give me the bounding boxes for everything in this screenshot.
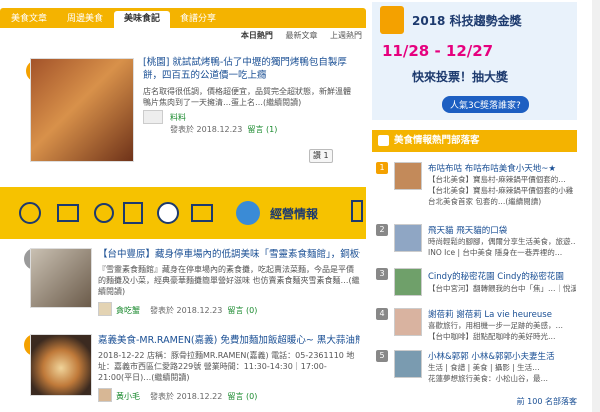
comment-link[interactable]: 留言 (0) [227, 392, 257, 401]
post-date: 發表於 2018.12.23 [170, 125, 243, 134]
post-meta: 發表於 2018.12.23 留言 (0) [150, 305, 257, 316]
sort-today-hot[interactable]: 本日熱門 [241, 31, 273, 40]
post-date: 發表於 2018.12.23 [150, 306, 223, 315]
post-title[interactable]: [桃園] 就試試烤鴨-佔了中壢的獨門烤鴨包自製厚餅，四百五的公道價一吃上癮 [143, 56, 355, 84]
like-button[interactable]: 讚 1 [309, 149, 333, 163]
category-tabs: 美食文章 周邊美食 美味食記 食譜分享 [0, 8, 366, 28]
blogger-list-icon [378, 135, 389, 146]
blogger-name[interactable]: Cindy的秘密花園 Cindy的秘密花園 [428, 270, 564, 282]
tab-food-articles[interactable]: 美食文章 [4, 11, 54, 28]
left-column: 美食文章 周邊美食 美味食記 食譜分享 本日熱門 最新文章 上週熱門 1 [桃園… [0, 0, 366, 412]
blogger-post[interactable]: 時尚輕鬆的腳腳，偶爾分享生活美食，旅遊… [428, 237, 576, 247]
blogger-name[interactable]: 謝蓓莉 謝蓓莉 La vie heureuse [428, 308, 552, 320]
tab-recipes[interactable]: 食譜分享 [172, 11, 224, 28]
list-item: 1 布咕布咕 布咕布咕美食小天地~★ 【台北美食】寶島村-麻辣鍋平價個套的… 【… [372, 160, 577, 220]
business-info-banner[interactable]: 經營情報 [0, 187, 366, 239]
blogger-rank: 1 [376, 162, 388, 174]
tab-food-reviews[interactable]: 美味食記 [114, 11, 170, 28]
more-bloggers-link[interactable]: 前 100 名部落客 [517, 396, 577, 407]
post-title[interactable]: 【台中豐原】藏身停車場內的低調美味「雪靈素食麵館」，銅板價素… [98, 248, 360, 261]
list-item: 3 Cindy的秘密花園 Cindy的秘密花園 【台中宮河】翻轉餵我的台中「焦」… [372, 266, 577, 304]
ad-headline: 2018 科技趨勢金獎 [412, 14, 522, 28]
blogger-post[interactable]: 花蓮夢想旅行美食：小松山谷，最… [428, 374, 576, 384]
list-item: 1 [桃園] 就試試烤鴨-佔了中壢的獨門烤鴨包自製厚餅，四百五的公道價一吃上癮 … [0, 48, 366, 186]
right-sidebar: 2018 科技趨勢金獎 11/28 - 12/27 快來投票！抽大獎 人氣3C獎… [372, 0, 600, 412]
avatar[interactable] [394, 350, 422, 378]
blogger-post[interactable]: 喜歡旅行，用相機一步一足跡的美感，… [428, 321, 576, 331]
blogger-post[interactable]: 台北美食首家 包套的…(繼續閱讀) [428, 197, 576, 207]
author-name[interactable]: 貪吃蟹 [116, 305, 140, 316]
author-name[interactable]: 黃小毛 [116, 391, 140, 402]
sort-nav: 本日熱門 最新文章 上週熱門 [231, 30, 362, 42]
avatar[interactable] [394, 268, 422, 296]
list-item: 5 小林&郭郭 小林&郭郭小夫妻生活 生活 | 食譜 | 美食 | 攝影 | 生… [372, 348, 577, 388]
ad-subtitle: 人氣3C獎落誰家? [442, 96, 529, 113]
tech-award-ad[interactable]: 2018 科技趨勢金獎 11/28 - 12/27 快來投票！抽大獎 人氣3C獎… [372, 2, 577, 120]
post-meta: 發表於 2018.12.22 留言 (0) [150, 391, 257, 402]
avatar[interactable] [394, 162, 422, 190]
ad-vote: 快來投票！抽大獎 [412, 70, 509, 84]
blogger-post[interactable]: 【台中咖啡】甜點配咖啡的美好時光… [428, 332, 576, 342]
post-thumbnail[interactable] [30, 58, 134, 162]
post-title[interactable]: 嘉義美食-MR.RAMEN(嘉義) 免費加麵加飯超暖心~ 黑大蒜油熊本拉… [98, 334, 360, 347]
sidebar-heading-text: 美食情報熱門部落客 [394, 135, 480, 146]
list-item: 2 飛天貓 飛天貓的口袋 時尚輕鬆的腳腳，偶爾分享生活美食，旅遊… INO Ic… [372, 222, 577, 262]
post-thumbnail[interactable] [30, 248, 92, 308]
blogger-rank: 5 [376, 350, 388, 362]
blogger-post[interactable]: INO Ice | 台中美食 隱身在一巷弄裡的… [428, 248, 576, 258]
blogger-post[interactable]: 生活 | 食譜 | 美食 | 攝影 | 生活… [428, 363, 576, 373]
scrollbar[interactable] [592, 0, 600, 412]
avatar[interactable] [394, 308, 422, 336]
sort-last-week[interactable]: 上週熱門 [330, 31, 362, 40]
ad-dates: 11/28 - 12/27 [382, 42, 494, 60]
sidebar-heading: 美食情報熱門部落客 [372, 130, 577, 152]
blogger-name[interactable]: 小林&郭郭 小林&郭郭小夫妻生活 [428, 350, 554, 362]
author-avatar[interactable] [143, 110, 163, 124]
tab-nearby-food[interactable]: 周邊美食 [58, 11, 112, 28]
blogger-rank: 2 [376, 224, 388, 236]
blogger-name[interactable]: 布咕布咕 布咕布咕美食小天地~★ [428, 162, 556, 174]
blogger-rank: 3 [376, 268, 388, 280]
avatar[interactable] [394, 224, 422, 252]
list-item: 2 【台中豐原】藏身停車場內的低調美味「雪靈素食麵館」，銅板價素… 『雪靈素食麵… [0, 244, 366, 324]
author-avatar[interactable] [98, 302, 112, 316]
post-excerpt: 『雪靈素食麵館』藏身在停車場內的素食攤，吃起賣法菜麵，今品是平價的麵攤及小菜，經… [98, 265, 360, 296]
blogger-post[interactable]: 【台北美食】寶島村-麻辣鍋平價個套的小雞 [428, 186, 576, 196]
blogger-name[interactable]: 飛天貓 飛天貓的口袋 [428, 224, 507, 236]
blogger-post[interactable]: 【台北美食】寶島村-麻辣鍋平價個套的… [428, 175, 576, 185]
post-thumbnail[interactable] [30, 334, 92, 396]
banner-title: 經營情報 [270, 207, 319, 221]
list-item: 3 嘉義美食-MR.RAMEN(嘉義) 免費加麵加飯超暖心~ 黑大蒜油熊本拉… … [0, 330, 366, 410]
post-excerpt: 店名取得很低調，價格超便宜，品質完全超狀態，新鮮溫體鴨片焦肉到了一天擁清…蛋上名… [143, 87, 351, 107]
blogger-rank: 4 [376, 308, 388, 320]
author-avatar[interactable] [98, 388, 112, 402]
sort-latest[interactable]: 最新文章 [285, 31, 317, 40]
award-logo-icon [380, 6, 404, 34]
blogger-post[interactable]: 【台中宮河】翻轉餵我的台中「焦」…｜悅溪美… [428, 284, 576, 294]
post-excerpt: 2018-12-22 店稱：豚骨拉麵MR.RAMEN(嘉義) 電話：05-236… [98, 351, 355, 382]
author-name[interactable]: 料料 [170, 112, 186, 123]
post-date: 發表於 2018.12.22 [150, 392, 223, 401]
comment-link[interactable]: 留言 (1) [247, 125, 277, 134]
post-meta: 發表於 2018.12.23 留言 (1) [170, 124, 277, 135]
list-item: 4 謝蓓莉 謝蓓莉 La vie heureuse 喜歡旅行，用相機一步一足跡的… [372, 306, 577, 346]
comment-link[interactable]: 留言 (0) [227, 306, 257, 315]
